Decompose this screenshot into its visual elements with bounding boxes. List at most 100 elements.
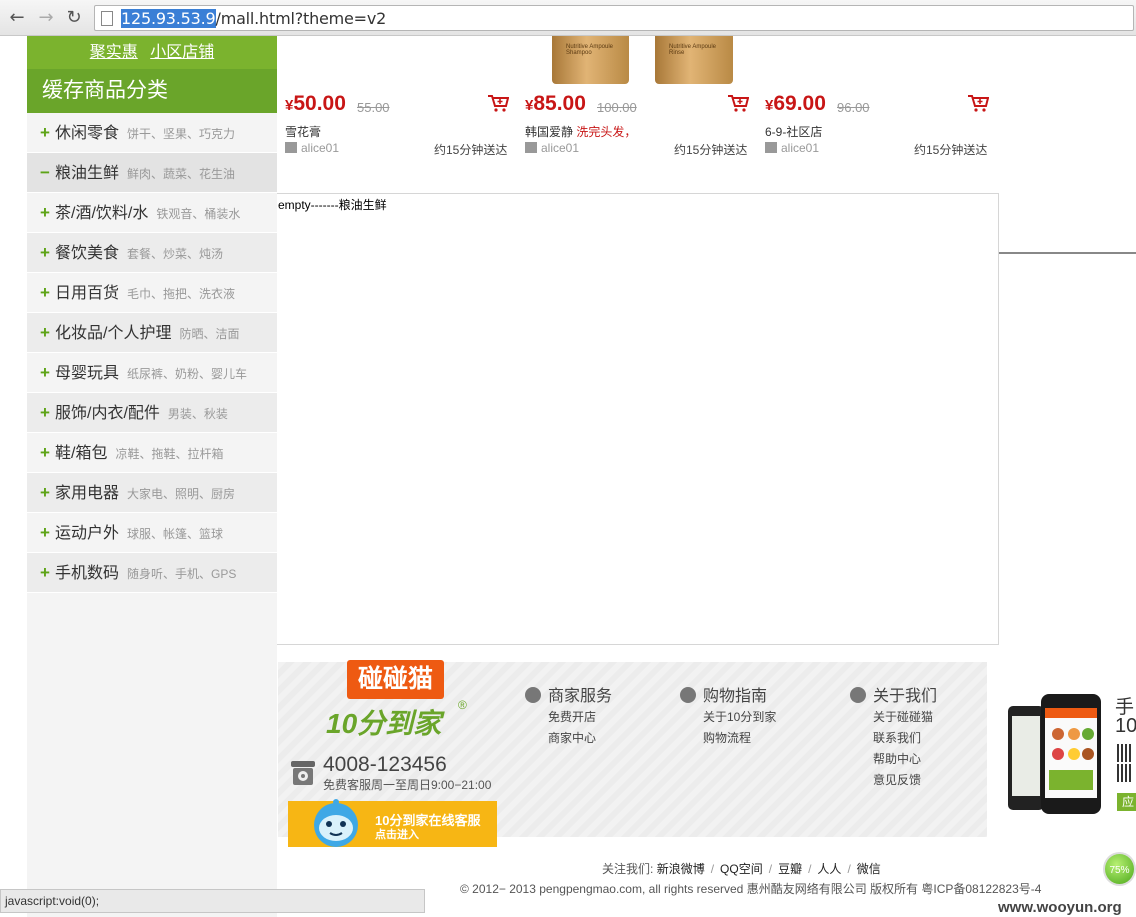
expand-icon[interactable]: −	[40, 153, 55, 193]
separator: /	[847, 862, 851, 876]
social-link[interactable]: QQ空间	[720, 862, 763, 876]
separator: /	[710, 862, 715, 876]
category-item[interactable]: + 茶/酒/饮料/水 铁观音、桶装水	[27, 193, 277, 233]
app-download-button[interactable]: 应	[1117, 793, 1136, 811]
separator: /	[808, 862, 812, 876]
shop-link[interactable]: alice01	[525, 141, 579, 155]
cat-head-icon	[680, 687, 696, 703]
shop-icon	[285, 142, 297, 153]
footer-link[interactable]: 帮助中心	[873, 750, 921, 767]
expand-icon[interactable]: +	[40, 433, 55, 473]
address-bar[interactable]: 125.93.53.9/mall.html?theme=v2	[94, 5, 1134, 31]
watermark: www.wooyun.org	[998, 899, 1122, 916]
product-name[interactable]: 韩国爱静 洗完头发，	[525, 123, 636, 140]
footer-link[interactable]: 意见反馈	[873, 771, 921, 788]
shop-link[interactable]: alice01	[765, 141, 819, 155]
category-item[interactable]: + 餐饮美食 套餐、炒菜、炖汤	[27, 233, 277, 273]
category-item[interactable]: + 日用百货 毛巾、拖把、洗衣液	[27, 273, 277, 313]
expand-icon[interactable]: +	[40, 273, 55, 313]
registered-mark: ®	[458, 698, 467, 712]
expand-icon[interactable]: +	[40, 193, 55, 233]
add-to-cart-icon[interactable]	[487, 94, 509, 112]
social-link[interactable]: 豆瓣	[778, 862, 802, 876]
expand-icon[interactable]: +	[40, 513, 55, 553]
page-icon	[101, 11, 113, 26]
link-community-shops[interactable]: 小区店铺	[150, 44, 214, 61]
social-link[interactable]: 微信	[857, 862, 881, 876]
separator: /	[768, 862, 773, 876]
social-link[interactable]: 人人	[817, 862, 841, 876]
social-links: 关注我们: 新浪微博 / QQ空间 / 豆瓣 / 人人 / 微信	[602, 860, 881, 877]
product-image[interactable]: Nutritive Ampoule Rinse	[655, 36, 733, 84]
add-to-cart-icon[interactable]	[727, 94, 749, 112]
product-title: 韩国爱静	[525, 125, 577, 139]
qr-code-icon	[1117, 744, 1133, 762]
category-item[interactable]: + 服饰/内衣/配件 男装、秋装	[27, 393, 277, 433]
category-subtitle: 球服、帐篷、篮球	[127, 527, 224, 541]
pengpengmao-logo[interactable]: 碰碰猫	[347, 660, 444, 699]
footer-column-title: 商家服务	[525, 682, 612, 706]
sidebar-header: 缓存商品分类	[27, 69, 277, 113]
category-item[interactable]: + 鞋/箱包 凉鞋、拖鞋、拉杆箱	[27, 433, 277, 473]
back-arrow-icon[interactable]: ←	[5, 6, 29, 30]
shop-name: alice01	[301, 141, 340, 155]
footer-column-label: 购物指南	[703, 688, 768, 705]
category-name: 鞋/箱包	[55, 445, 108, 462]
category-subtitle: 大家电、照明、厨房	[127, 487, 236, 501]
category-list: + 休闲零食 饼干、坚果、巧克力 − 粮油生鲜 鲜肉、蔬菜、花生油 + 茶/酒/饮料/水 铁观音…	[27, 113, 277, 593]
shop-link[interactable]: alice01	[285, 141, 339, 155]
category-name: 餐饮美食	[55, 245, 120, 262]
category-item[interactable]: + 化妆品/个人护理 防晒、洁面	[27, 313, 277, 353]
forward-arrow-icon[interactable]: →	[34, 6, 58, 30]
expand-icon[interactable]: +	[40, 353, 55, 393]
expand-icon[interactable]: +	[40, 393, 55, 433]
footer-link[interactable]: 免费开店	[548, 708, 596, 725]
original-price: 55.00	[357, 100, 390, 115]
url-text[interactable]: 125.93.53.9/mall.html?theme=v2	[121, 9, 386, 28]
reload-icon[interactable]: ↻	[62, 6, 86, 30]
footer-link[interactable]: 联系我们	[873, 729, 921, 746]
category-item[interactable]: − 粮油生鲜 鲜肉、蔬菜、花生油	[27, 153, 277, 193]
footer-link[interactable]: 关于碰碰猫	[873, 708, 933, 725]
expand-icon[interactable]: +	[40, 313, 55, 353]
footer-link[interactable]: 商家中心	[548, 729, 596, 746]
category-name: 化妆品/个人护理	[55, 325, 172, 342]
product-name[interactable]: 雪花膏	[285, 123, 321, 140]
mobile-app-image	[1008, 694, 1101, 814]
category-item[interactable]: + 运动户外 球服、帐篷、篮球	[27, 513, 277, 553]
footer-link[interactable]: 关于10分到家	[703, 708, 776, 725]
footer-link[interactable]: 购物流程	[703, 729, 751, 746]
category-item[interactable]: + 家用电器 大家电、照明、厨房	[27, 473, 277, 513]
footer-column-label: 关于我们	[873, 688, 938, 705]
category-name: 服饰/内衣/配件	[55, 405, 160, 422]
social-link[interactable]: 新浪微博	[657, 862, 705, 876]
shop-name: alice01	[541, 141, 580, 155]
price-value: 69.00	[773, 92, 826, 115]
add-to-cart-icon[interactable]	[967, 94, 989, 112]
category-item[interactable]: + 手机数码 随身听、手机、GPS	[27, 553, 277, 593]
url-host: 125.93.53.9	[121, 9, 216, 28]
online-service-button[interactable]: 10分到家在线客服 点击进入	[288, 799, 497, 847]
product-name[interactable]: 6-9-社区店	[765, 123, 822, 140]
delivery-time: 约15分钟送达	[434, 143, 508, 157]
social-list: 新浪微博 / QQ空间 / 豆瓣 / 人人 / 微信	[657, 862, 881, 876]
hotline-number: 4008-123456	[323, 753, 447, 776]
browser-status-bar: javascript:void(0);	[0, 889, 425, 913]
footer-column-label: 商家服务	[548, 688, 613, 705]
expand-icon[interactable]: +	[40, 473, 55, 513]
category-subtitle: 毛巾、拖把、洗衣液	[127, 287, 236, 301]
link-jushihui[interactable]: 聚实惠	[90, 44, 138, 61]
category-subtitle: 纸尿裤、奶粉、婴儿车	[127, 367, 248, 381]
price-value: 85.00	[533, 92, 586, 115]
speed-indicator-badge[interactable]: 75%	[1103, 852, 1136, 886]
category-item[interactable]: + 母婴玩具 纸尿裤、奶粉、婴儿车	[27, 353, 277, 393]
expand-icon[interactable]: +	[40, 233, 55, 273]
delivery-time: 约15分钟送达	[914, 143, 988, 157]
category-subtitle: 饼干、坚果、巧克力	[127, 127, 236, 141]
category-subtitle: 男装、秋装	[167, 407, 228, 421]
qr-code-icon	[1117, 764, 1133, 782]
product-image[interactable]: Nutritive Ampoule Shampoo	[552, 36, 629, 84]
expand-icon[interactable]: +	[40, 553, 55, 593]
category-item[interactable]: + 休闲零食 饼干、坚果、巧克力	[27, 113, 277, 153]
expand-icon[interactable]: +	[40, 113, 55, 153]
